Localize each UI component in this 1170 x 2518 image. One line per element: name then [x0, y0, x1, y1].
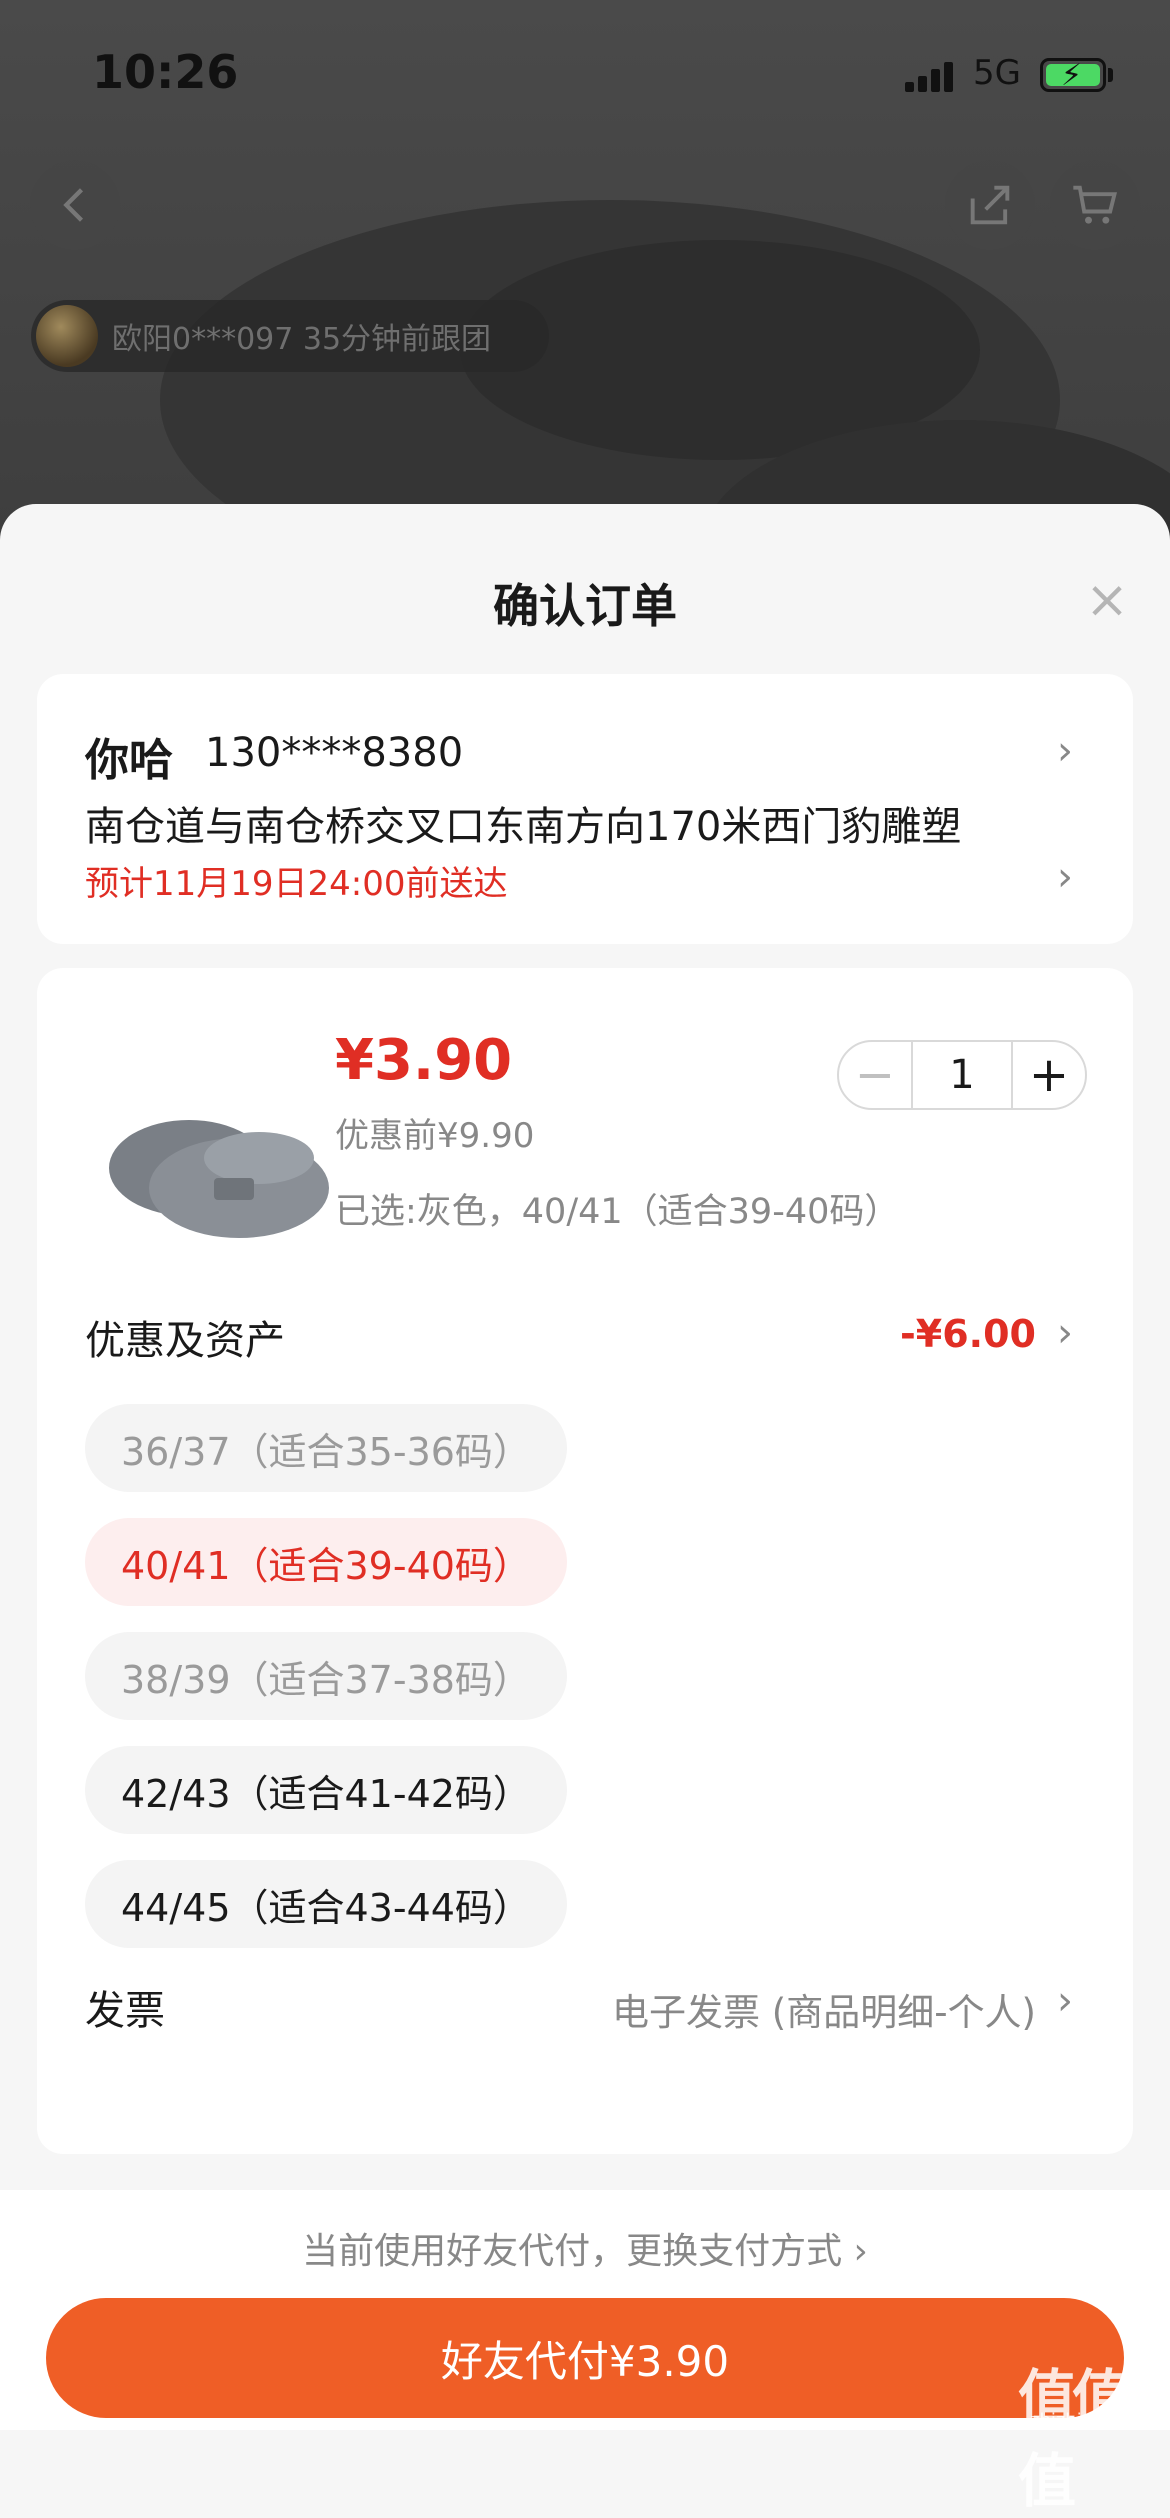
watermark-logo: 值值值: [1018, 2363, 1130, 2515]
group-join-text: 欧阳0***097 35分钟前跟团: [112, 322, 492, 357]
network-label: 5G: [973, 53, 1021, 93]
recipient-name: 你哈: [85, 735, 173, 786]
close-icon[interactable]: ×: [1085, 574, 1129, 626]
size-option[interactable]: 38/39（适合37-38码）: [85, 1632, 567, 1720]
avatar: [36, 305, 98, 367]
size-option[interactable]: 44/45（适合43-44码）: [85, 1860, 567, 1948]
discount-value[interactable]: -¥6.00: [900, 1312, 1036, 1356]
page-title: 确认订单: [493, 579, 677, 633]
quantity-value[interactable]: 1: [911, 1042, 1013, 1108]
change-payment-link[interactable]: 当前使用好友代付，更换支付方式 ›: [0, 2222, 1170, 2274]
product-thumbnail: [109, 1120, 329, 1238]
size-option[interactable]: 36/37（适合35-36码）: [85, 1404, 567, 1492]
invoice-label: 发票: [85, 1988, 165, 2034]
cart-button[interactable]: [1050, 160, 1140, 250]
address-line: 南仓道与南仓桥交叉口东南方向170米西门豹雕塑: [85, 804, 962, 850]
decrease-button[interactable]: −: [839, 1042, 911, 1108]
increase-button[interactable]: +: [1013, 1042, 1085, 1108]
status-time: 10:26: [92, 45, 239, 99]
delivery-eta: 预计11月19日24:00前送达: [85, 864, 508, 904]
address-card[interactable]: 你哈 130****8380 › 南仓道与南仓桥交叉口东南方向170米西门豹雕塑…: [37, 674, 1133, 944]
battery-icon: ⚡: [1040, 58, 1106, 93]
friend-pay-button[interactable]: 好友代付¥3.90: [46, 2298, 1124, 2418]
watermark-url: zhizhizhi.com: [1030, 2410, 1152, 2431]
chevron-left-icon: [63, 188, 84, 222]
selected-variant: 已选:灰色，40/41（适合39-40码）: [335, 1192, 900, 1232]
chevron-right-icon: ›: [1057, 1310, 1073, 1356]
invoice-value[interactable]: 电子发票 (商品明细-个人): [612, 1982, 1036, 2036]
chevron-right-icon: ›: [1057, 854, 1073, 900]
signal-icon: [905, 62, 957, 92]
product-price: ¥3.90: [335, 1028, 513, 1093]
recipient-phone: 130****8380: [205, 730, 464, 776]
size-option-selected[interactable]: 40/41（适合39-40码）: [85, 1518, 567, 1606]
share-icon: [970, 185, 1010, 225]
original-price: 优惠前¥9.90: [335, 1116, 535, 1156]
chevron-right-icon: ›: [1057, 728, 1073, 774]
share-button[interactable]: [945, 160, 1035, 250]
size-option[interactable]: 42/43（适合41-42码）: [85, 1746, 567, 1834]
status-bar: 10:26 5G ⚡: [0, 0, 1170, 150]
group-join-banner: 欧阳0***097 35分钟前跟团: [31, 300, 549, 372]
goods-card: ¥3.90 优惠前¥9.90 已选:灰色，40/41（适合39-40码） − 1…: [37, 968, 1133, 2154]
back-button[interactable]: [30, 160, 120, 250]
battery-tip: [1108, 68, 1113, 82]
quantity-stepper: − 1 +: [837, 1040, 1087, 1110]
chevron-right-icon: ›: [1057, 1978, 1073, 2024]
discount-label: 优惠及资产: [85, 1318, 285, 1364]
cart-icon: [1073, 185, 1117, 224]
